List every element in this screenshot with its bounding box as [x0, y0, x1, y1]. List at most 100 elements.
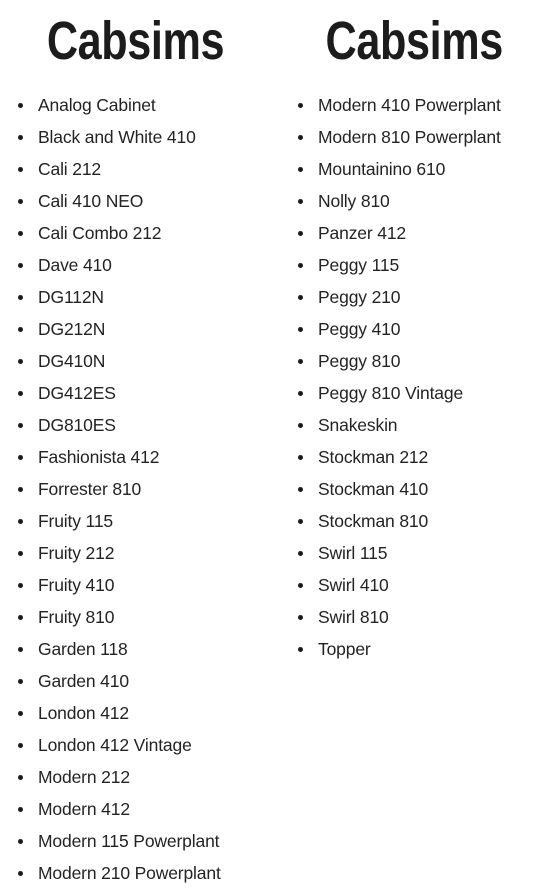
list-item: Fruity 212 — [0, 537, 271, 569]
list-item-label: Snakeskin — [318, 415, 398, 435]
list-item-label: London 412 Vintage — [38, 735, 192, 755]
list-item-label: Swirl 810 — [318, 607, 389, 627]
bullet-icon — [18, 294, 23, 300]
column-right: Cabsims Modern 410 Powerplant Modern 810 … — [271, 0, 542, 665]
bullet-icon — [298, 262, 303, 268]
list-item-label: Peggy 115 — [318, 255, 400, 275]
bullet-icon — [18, 454, 23, 460]
bullet-icon — [18, 870, 23, 876]
bullet-icon — [18, 678, 23, 684]
bullet-icon — [18, 710, 23, 716]
list-item: DG810ES — [0, 409, 271, 441]
list-item-label: Modern 212 — [38, 767, 130, 787]
list-item: Peggy 810 — [280, 345, 542, 377]
bullet-icon — [298, 198, 303, 204]
list-item-label: Fruity 115 — [38, 511, 114, 531]
list-item-label: Peggy 410 — [318, 319, 401, 339]
list-item-label: Modern 115 Powerplant — [38, 831, 220, 851]
bullet-icon — [298, 646, 303, 652]
bullet-icon — [298, 550, 303, 556]
list-item-label: Peggy 210 — [318, 287, 401, 307]
bullet-icon — [18, 518, 23, 524]
bullet-icon — [18, 326, 23, 332]
list-item: Fashionista 412 — [0, 441, 271, 473]
list-item-label: Cali Combo 212 — [38, 223, 162, 243]
list-item-label: Mountainino 610 — [318, 159, 446, 179]
list-item: Panzer 412 — [280, 217, 542, 249]
list-item: Forrester 810 — [0, 473, 271, 505]
bullet-icon — [18, 486, 23, 492]
bullet-icon — [18, 390, 23, 396]
bullet-icon — [298, 486, 303, 492]
list-item-label: DG412ES — [38, 383, 116, 403]
list-item: Cali 410 NEO — [0, 185, 271, 217]
bullet-icon — [18, 422, 23, 428]
list-item: Modern 210 Powerplant — [0, 857, 271, 889]
list-item: DG112N — [0, 281, 271, 313]
list-item-label: Topper — [318, 639, 371, 659]
list-item: Garden 410 — [0, 665, 271, 697]
bullet-icon — [18, 838, 23, 844]
list-item: Snakeskin — [280, 409, 542, 441]
bullet-icon — [18, 614, 23, 620]
cabsims-two-column-page: Cabsims Analog Cabinet Black and White 41… — [0, 0, 542, 896]
bullet-icon — [298, 326, 303, 332]
column-left: Cabsims Analog Cabinet Black and White 41… — [0, 0, 271, 889]
bullet-icon — [18, 742, 23, 748]
list-item: Swirl 115 — [280, 537, 542, 569]
bullet-icon — [18, 166, 23, 172]
list-item-label: Modern 410 Powerplant — [318, 95, 501, 115]
list-item: Dave 410 — [0, 249, 271, 281]
bullet-icon — [18, 230, 23, 236]
list-item-label: Panzer 412 — [318, 223, 407, 243]
list-item-label: Peggy 810 Vintage — [318, 383, 464, 403]
list-item: Fruity 410 — [0, 569, 271, 601]
bullet-icon — [298, 358, 303, 364]
list-item-label: Dave 410 — [38, 255, 112, 275]
list-item-label: Swirl 115 — [318, 543, 388, 563]
list-item-label: Forrester 810 — [38, 479, 142, 499]
bullet-icon — [18, 582, 23, 588]
list-item-label: Modern 810 Powerplant — [318, 127, 501, 147]
list-item-label: Swirl 410 — [318, 575, 389, 595]
list-item: Fruity 115 — [0, 505, 271, 537]
bullet-icon — [298, 294, 303, 300]
list-item: Cali 212 — [0, 153, 271, 185]
bullet-icon — [298, 582, 303, 588]
list-item: Analog Cabinet — [0, 89, 271, 121]
list-item: Mountainino 610 — [280, 153, 542, 185]
list-item: Modern 410 Powerplant — [280, 89, 542, 121]
list-item: Stockman 810 — [280, 505, 542, 537]
list-item: Swirl 410 — [280, 569, 542, 601]
list-item-label: Black and White 410 — [38, 127, 196, 147]
list-item: Modern 412 — [0, 793, 271, 825]
list-item: Modern 212 — [0, 761, 271, 793]
list-item-label: Analog Cabinet — [38, 95, 156, 115]
list-item: London 412 — [0, 697, 271, 729]
list-item: Cali Combo 212 — [0, 217, 271, 249]
list-item-label: Stockman 810 — [318, 511, 429, 531]
list-item-label: Nolly 810 — [318, 191, 390, 211]
list-item: Garden 118 — [0, 633, 271, 665]
list-item: London 412 Vintage — [0, 729, 271, 761]
list-item: DG412ES — [0, 377, 271, 409]
bullet-icon — [298, 166, 303, 172]
list-item-label: DG212N — [38, 319, 106, 339]
bullet-icon — [18, 198, 23, 204]
list-item-label: Fruity 810 — [38, 607, 115, 627]
list-item-label: Modern 210 Powerplant — [38, 863, 221, 883]
bullet-icon — [298, 230, 303, 236]
bullet-icon — [298, 134, 303, 140]
list-item-label: Modern 412 — [38, 799, 130, 819]
list-item-label: DG112N — [38, 287, 104, 307]
cabsim-list-right: Modern 410 Powerplant Modern 810 Powerpla… — [280, 68, 542, 665]
page-title-left: Cabsims — [46, 11, 225, 71]
list-item-label: Fashionista 412 — [38, 447, 160, 467]
list-item-label: Garden 118 — [38, 639, 128, 659]
list-item: Black and White 410 — [0, 121, 271, 153]
list-item: Peggy 810 Vintage — [280, 377, 542, 409]
list-item-label: DG810ES — [38, 415, 116, 435]
bullet-icon — [298, 454, 303, 460]
list-item: DG212N — [0, 313, 271, 345]
bullet-icon — [298, 102, 303, 108]
